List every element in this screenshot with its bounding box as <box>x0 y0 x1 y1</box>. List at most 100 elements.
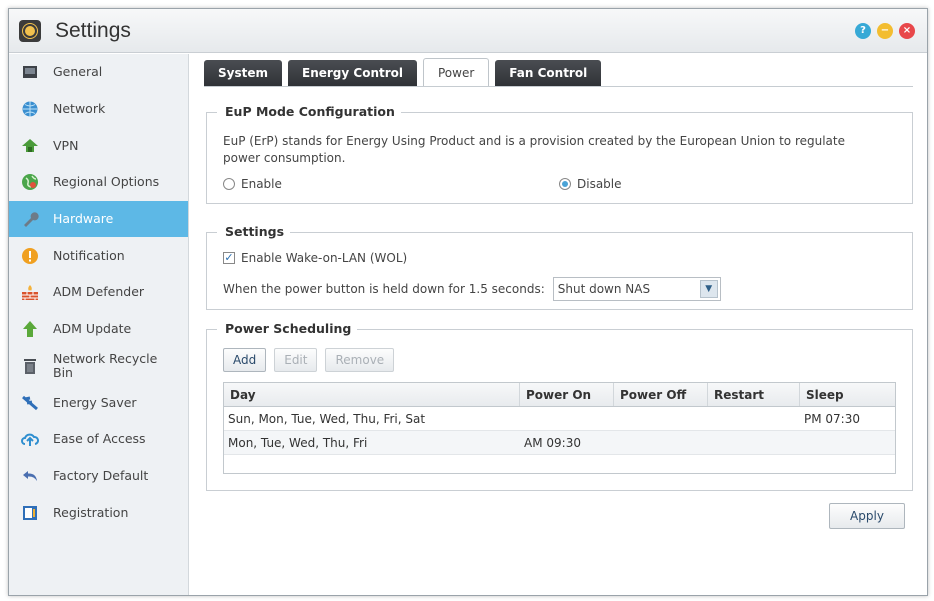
window-controls: ? − × <box>855 22 915 39</box>
settings-legend: Settings <box>217 224 291 239</box>
sidebar-item-adm-update[interactable]: ADM Update <box>9 311 188 348</box>
globe-icon <box>21 100 39 118</box>
cell-sleep: PM 07:30 <box>804 411 860 426</box>
wol-checkbox[interactable]: ✓ <box>223 252 235 264</box>
sidebar-item-label: Registration <box>53 504 129 520</box>
trash-icon <box>21 357 39 375</box>
sidebar-item-label: VPN <box>53 137 79 153</box>
sidebar-item-registration[interactable]: Registration <box>9 494 188 531</box>
vpn-icon <box>21 137 39 155</box>
sidebar-item-label: Network Recycle Bin <box>53 350 158 380</box>
sidebar-item-label: Regional Options <box>53 174 160 190</box>
power-button-label: When the power button is held down for 1… <box>223 282 545 296</box>
table-header: Day Power On Power Off Restart Sleep <box>224 383 895 407</box>
sidebar-item-label: Factory Default <box>53 467 149 483</box>
close-button[interactable]: × <box>899 22 915 39</box>
cell-power-off <box>614 431 708 454</box>
tab-bar: System Energy Control Power Fan Control <box>204 58 602 86</box>
power-button-select[interactable]: Shut down NAS ▼ <box>552 277 721 301</box>
firewall-icon <box>21 283 39 301</box>
tab-divider <box>204 86 913 87</box>
cell-sleep <box>800 431 895 454</box>
sidebar-item-notification[interactable]: Notification <box>9 237 188 274</box>
cell-power-on <box>520 407 614 430</box>
power-scheduling-group: Power Scheduling Add Edit Remove Day Pow… <box>206 321 913 491</box>
sidebar-item-label: ADM Update <box>53 321 132 337</box>
sidebar-item-label: Notification <box>53 247 125 263</box>
general-icon <box>21 63 39 81</box>
sidebar-item-label: Hardware <box>53 211 114 227</box>
update-arrow-icon <box>21 320 39 338</box>
energy-icon <box>21 394 39 412</box>
sidebar-item-adm-defender[interactable]: ADM Defender <box>9 274 188 311</box>
eup-legend: EuP Mode Configuration <box>217 104 401 119</box>
window-title: Settings <box>55 18 131 42</box>
main-content: System Energy Control Power Fan Control … <box>190 54 927 595</box>
scheduling-legend: Power Scheduling <box>217 321 358 336</box>
registration-icon <box>21 504 39 522</box>
remove-button[interactable]: Remove <box>325 348 395 372</box>
scheduling-toolbar: Add Edit Remove <box>223 348 395 372</box>
wol-label: Enable Wake-on-LAN (WOL) <box>241 251 408 265</box>
sidebar-item-factory-default[interactable]: Factory Default <box>9 458 188 495</box>
sidebar-item-label: Network <box>53 101 106 117</box>
sidebar-item-ease-of-access[interactable]: Ease of Access <box>9 421 188 458</box>
eup-mode-group: EuP Mode Configuration EuP (ErP) stands … <box>206 104 913 204</box>
sidebar-item-network[interactable]: Network <box>9 91 188 128</box>
disable-radio[interactable] <box>559 178 571 190</box>
eup-enable-option[interactable]: Enable <box>223 177 282 191</box>
exclamation-icon <box>21 247 39 265</box>
help-button[interactable]: ? <box>855 22 871 39</box>
eup-disable-option[interactable]: Disable <box>559 177 622 191</box>
cell-restart <box>708 431 800 454</box>
sidebar: General Network VPN Regional Options Har… <box>9 54 189 595</box>
tab-power[interactable]: Power <box>423 58 490 86</box>
sidebar-item-regional-options[interactable]: Regional Options <box>9 164 188 201</box>
sidebar-item-label: Energy Saver <box>53 394 137 410</box>
undo-arrow-icon <box>21 467 39 485</box>
table-row[interactable]: Sun, Mon, Tue, Wed, Thu, Fri, Sat PM 07:… <box>224 407 895 431</box>
chevron-down-icon[interactable]: ▼ <box>699 280 718 298</box>
column-header-sleep[interactable]: Sleep <box>800 383 895 406</box>
column-header-power-off[interactable]: Power Off <box>614 383 708 406</box>
cell-restart <box>708 407 800 430</box>
cell-day: Mon, Tue, Wed, Thu, Fri <box>228 435 368 450</box>
power-button-value: Shut down NAS <box>557 282 651 296</box>
sidebar-item-label: ADM Defender <box>53 284 145 300</box>
enable-label: Enable <box>241 177 282 191</box>
eup-description: EuP (ErP) stands for Energy Using Produc… <box>223 134 845 165</box>
edit-button[interactable]: Edit <box>274 348 318 372</box>
sidebar-item-label: General <box>53 64 103 80</box>
enable-radio[interactable] <box>223 178 235 190</box>
sidebar-item-vpn[interactable]: VPN <box>9 127 188 164</box>
title-bar: Settings ? − × <box>9 9 927 53</box>
disable-label: Disable <box>577 177 622 191</box>
cell-day: Sun, Mon, Tue, Wed, Thu, Fri, Sat <box>228 411 426 426</box>
schedule-table: Day Power On Power Off Restart Sleep Sun… <box>223 382 896 474</box>
sidebar-item-network-recycle-bin[interactable]: Network Recycle Bin <box>9 348 188 385</box>
power-button-row: When the power button is held down for 1… <box>223 277 721 301</box>
column-header-power-on[interactable]: Power On <box>520 383 614 406</box>
tab-fan-control[interactable]: Fan Control <box>495 60 602 86</box>
tab-energy-control[interactable]: Energy Control <box>288 60 417 86</box>
table-row[interactable]: Mon, Tue, Wed, Thu, Fri AM 09:30 <box>224 431 895 455</box>
apply-button[interactable]: Apply <box>829 503 905 529</box>
settings-window: Settings ? − × General Network VPN Regio… <box>8 8 928 596</box>
add-button[interactable]: Add <box>223 348 267 372</box>
cell-power-on: AM 09:30 <box>524 435 581 450</box>
sidebar-item-hardware[interactable]: Hardware <box>9 200 188 238</box>
column-header-restart[interactable]: Restart <box>708 383 800 406</box>
cloud-access-icon <box>21 430 39 448</box>
cell-power-off <box>614 407 708 430</box>
tab-system[interactable]: System <box>204 60 282 86</box>
wol-option[interactable]: ✓ Enable Wake-on-LAN (WOL) <box>223 251 407 265</box>
sidebar-item-general[interactable]: General <box>9 54 188 91</box>
wrench-icon <box>21 210 39 228</box>
minimize-button[interactable]: − <box>877 22 893 39</box>
regional-icon <box>21 173 39 191</box>
settings-group: Settings ✓ Enable Wake-on-LAN (WOL) When… <box>206 224 913 310</box>
column-header-day[interactable]: Day <box>224 383 520 406</box>
sidebar-item-label: Ease of Access <box>53 431 146 447</box>
sidebar-item-energy-saver[interactable]: Energy Saver <box>9 384 188 421</box>
settings-app-icon <box>19 19 41 42</box>
